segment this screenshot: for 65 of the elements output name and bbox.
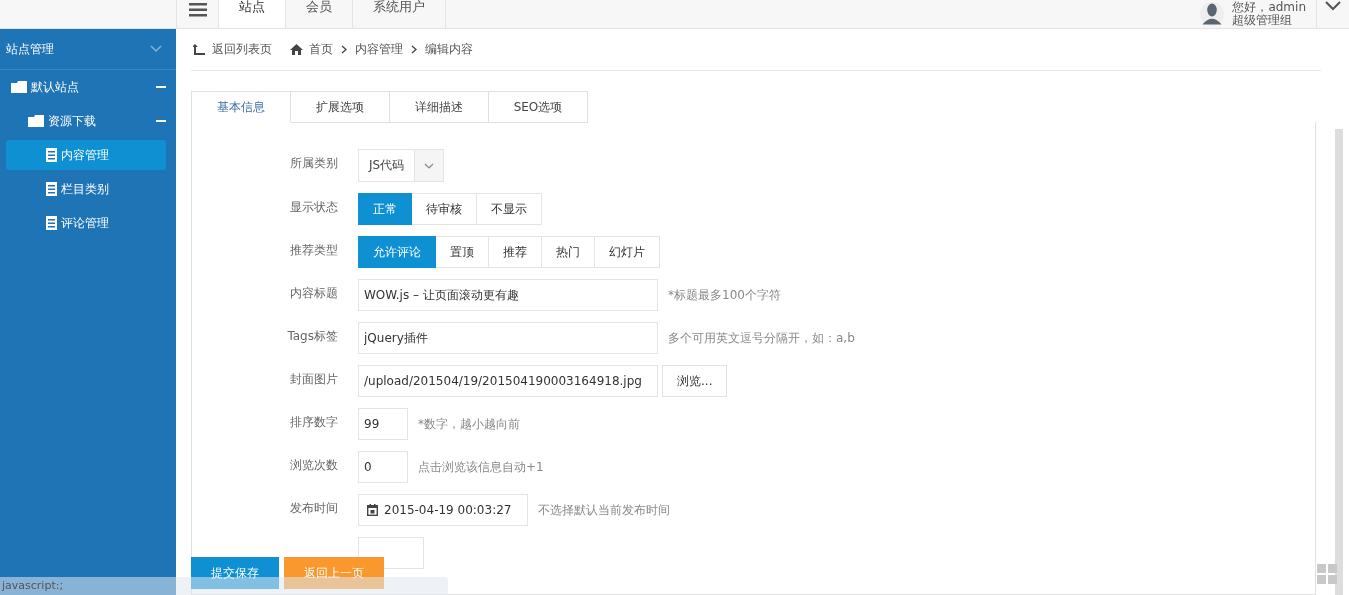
field-label: 封面图片 — [289, 371, 339, 388]
document-icon — [46, 182, 57, 196]
field-label: 所属类别 — [289, 155, 339, 172]
field-label: 内容标题 — [289, 285, 339, 302]
option-button[interactable]: 推荐 — [489, 236, 542, 268]
document-icon — [46, 216, 57, 230]
hint-text: 点击浏览该信息自动+1 — [418, 458, 544, 476]
grid-icon — [1317, 564, 1337, 584]
sidebar-title: 站点管理 — [6, 40, 54, 58]
home-icon — [290, 44, 303, 55]
tab[interactable]: 基本信息 — [191, 91, 291, 123]
option-button[interactable]: 幻灯片 — [595, 236, 660, 268]
tab[interactable]: SEO选项 — [489, 91, 588, 123]
breadcrumb-link[interactable]: 内容管理 — [355, 41, 403, 58]
input-field[interactable]: 99 — [358, 408, 408, 440]
tab[interactable]: 扩展选项 — [291, 91, 390, 123]
option-button[interactable]: 正常 — [358, 193, 412, 225]
folder-icon — [28, 115, 44, 127]
option-button[interactable]: 允许评论 — [358, 236, 436, 268]
input-field[interactable]: WOW.js – 让页面滚动更有趣 — [358, 279, 658, 311]
field-label: Tags标签 — [286, 328, 339, 345]
option-button[interactable]: 置顶 — [436, 236, 489, 268]
hint-text: 多个可用英文逗号分隔开，如：a,b — [668, 329, 855, 347]
option-button[interactable]: 热门 — [542, 236, 595, 268]
input-field[interactable]: jQuery插件 — [358, 322, 658, 354]
chevron-down-icon — [1325, 1, 1341, 11]
category-select[interactable]: JS代码 — [358, 149, 445, 182]
input-field[interactable]: /upload/201504/19/201504190003164918.jpg — [358, 365, 658, 397]
chevron-down-icon — [424, 162, 435, 169]
nav-tab[interactable]: 系统用户 — [353, 0, 446, 28]
folder-icon — [11, 81, 27, 93]
user-greeting: 您好，admin — [1232, 1, 1306, 14]
nav-tab[interactable]: 站点 — [219, 0, 286, 28]
field-label: 发布时间 — [289, 500, 339, 517]
breadcrumb-link[interactable]: 首页 — [309, 41, 333, 58]
nav-tab[interactable]: 会员 — [286, 0, 353, 28]
option-button[interactable]: 待审核 — [412, 193, 477, 225]
user-role: 超级管理组 — [1232, 14, 1294, 27]
hint-text: *数字，越小越向前 — [418, 415, 520, 433]
input-field[interactable]: 0 — [358, 451, 408, 483]
menu-icon — [188, 3, 207, 17]
back-link[interactable]: 返回列表页 — [193, 41, 272, 58]
hint-text: 不选择默认当前发布时间 — [538, 501, 670, 519]
browse-button[interactable]: 浏览... — [662, 365, 728, 397]
sidebar-item[interactable]: 评论管理 — [6, 208, 166, 238]
field-label: 排序数字 — [289, 414, 339, 431]
calendar-icon — [367, 504, 378, 516]
chevron-right-icon — [341, 45, 347, 54]
return-arrow-icon — [193, 44, 205, 55]
chevron-right-icon — [411, 45, 417, 54]
date-field[interactable]: 2015-04-19 00:03:27 — [358, 494, 528, 526]
field-label: 浏览次数 — [289, 457, 339, 474]
breadcrumb-link[interactable]: 编辑内容 — [425, 41, 473, 58]
tab[interactable]: 详细描述 — [390, 91, 489, 123]
sidebar-item[interactable]: 内容管理 — [6, 140, 166, 170]
sidebar-folder[interactable]: 默认站点 — [6, 72, 166, 102]
sidebar-item[interactable]: 栏目类别 — [6, 174, 166, 204]
chevron-down-icon — [150, 45, 162, 53]
document-icon — [46, 148, 57, 162]
sidebar-folder[interactable]: 资源下载 — [6, 106, 166, 136]
option-button[interactable]: 不显示 — [477, 193, 542, 225]
field-label: 推荐类型 — [289, 242, 339, 259]
hint-text: *标题最多100个字符 — [668, 286, 781, 304]
footer-button[interactable]: 提交保存 — [191, 557, 279, 589]
field-label: 显示状态 — [289, 199, 339, 216]
